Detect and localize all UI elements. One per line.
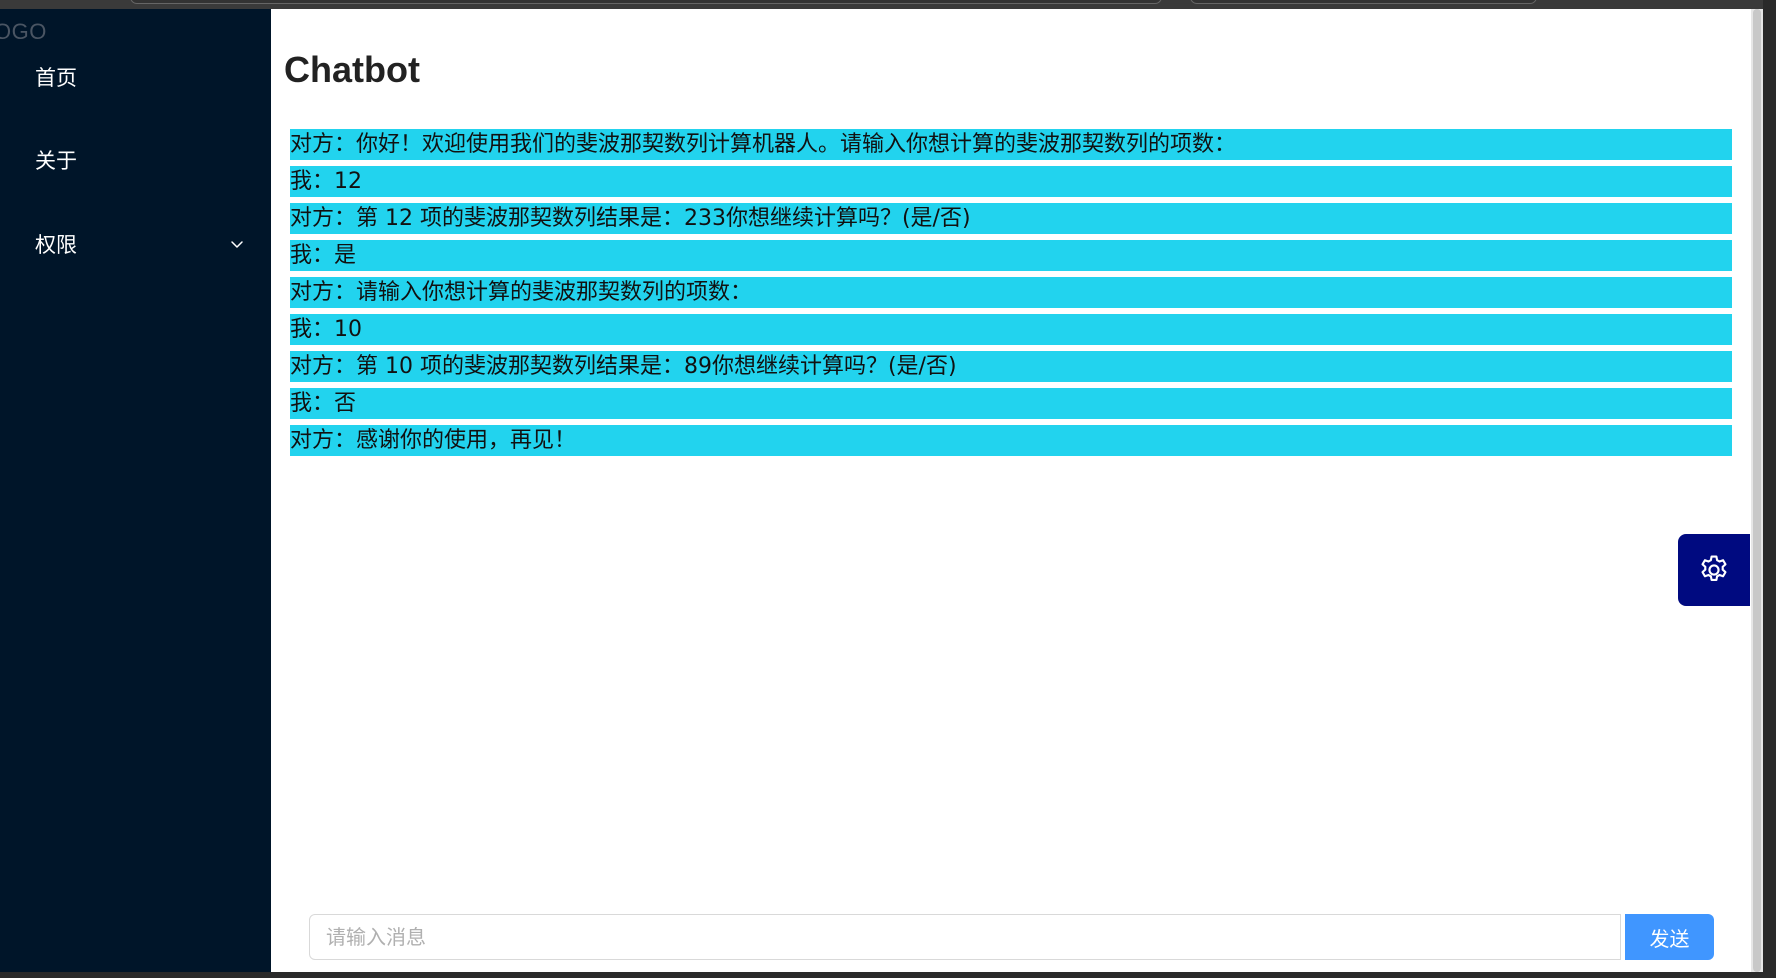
chat-message: 我：12 xyxy=(290,166,1732,197)
sidebar: OGO 首页 关于 权限 xyxy=(0,9,271,972)
browser-search-bar[interactable] xyxy=(1190,0,1537,4)
chat-message: 我：是 xyxy=(290,240,1732,271)
scrollbar[interactable] xyxy=(1751,9,1763,972)
sidebar-item-label: 权限 xyxy=(35,233,77,257)
gear-icon xyxy=(1701,555,1727,581)
chat-message: 对方：第 12 项的斐波那契数列结果是：233你想继续计算吗？(是/否) xyxy=(290,203,1732,234)
chat-message-list: 对方：你好！欢迎使用我们的斐波那契数列计算机器人。请输入你想计算的斐波那契数列的… xyxy=(290,129,1732,462)
settings-button[interactable] xyxy=(1678,534,1750,606)
main-content: Chatbot 对方：你好！欢迎使用我们的斐波那契数列计算机器人。请输入你想计算… xyxy=(271,9,1751,972)
chat-message: 对方：请输入你想计算的斐波那契数列的项数： xyxy=(290,277,1732,308)
logo: OGO xyxy=(0,19,47,44)
send-button[interactable]: 发送 xyxy=(1625,914,1714,960)
scrollbar-thumb[interactable] xyxy=(1753,9,1761,972)
chat-message: 对方：第 10 项的斐波那契数列结果是：89你想继续计算吗？(是/否) xyxy=(290,351,1732,382)
sidebar-item-permissions[interactable]: 权限 xyxy=(35,224,245,264)
chevron-down-icon xyxy=(231,241,243,248)
chat-message: 我：否 xyxy=(290,388,1732,419)
message-input[interactable] xyxy=(309,914,1621,960)
chat-message: 对方：你好！欢迎使用我们的斐波那契数列计算机器人。请输入你想计算的斐波那契数列的… xyxy=(290,129,1732,160)
sidebar-item-home[interactable]: 首页 xyxy=(35,57,245,97)
message-input-bar: 发送 xyxy=(309,914,1714,960)
sidebar-item-label: 关于 xyxy=(35,149,77,173)
browser-top-strip xyxy=(0,0,1776,9)
chat-message: 对方：感谢你的使用，再见！ xyxy=(290,425,1732,456)
window-right-edge xyxy=(1763,0,1776,978)
page-title: Chatbot xyxy=(284,49,420,90)
sidebar-item-label: 首页 xyxy=(35,66,77,90)
sidebar-item-about[interactable]: 关于 xyxy=(35,140,245,180)
window-bottom-edge xyxy=(0,972,1776,978)
chat-message: 我：10 xyxy=(290,314,1732,345)
browser-address-bar[interactable] xyxy=(130,0,1162,4)
app-window: OGO 首页 关于 权限 Chatbot 对方：你好！欢迎使用我们的斐波那契数列… xyxy=(0,0,1776,978)
